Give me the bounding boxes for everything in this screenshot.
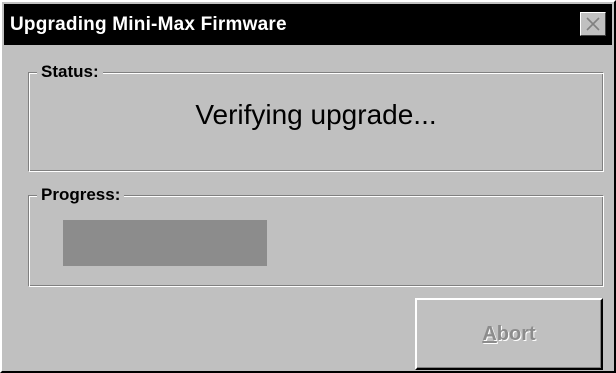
close-button[interactable] xyxy=(580,12,606,36)
progress-bar xyxy=(63,220,403,266)
abort-button[interactable]: Abort xyxy=(415,298,603,370)
status-label: Status: xyxy=(37,61,103,83)
status-message: Verifying upgrade... xyxy=(195,99,437,130)
abort-accelerator: A xyxy=(482,322,497,345)
title-bar[interactable]: Upgrading Mini-Max Firmware xyxy=(4,4,612,45)
window-title: Upgrading Mini-Max Firmware xyxy=(10,14,287,35)
progress-label: Progress: xyxy=(37,184,125,206)
status-group: Status: Verifying upgrade... xyxy=(28,61,604,172)
upgrade-dialog: Upgrading Mini-Max Firmware Status: Veri… xyxy=(0,0,616,373)
progress-group: Progress: xyxy=(28,184,604,287)
progress-bar-fill xyxy=(63,220,267,266)
close-icon xyxy=(586,17,600,31)
abort-label: bort xyxy=(496,322,536,345)
